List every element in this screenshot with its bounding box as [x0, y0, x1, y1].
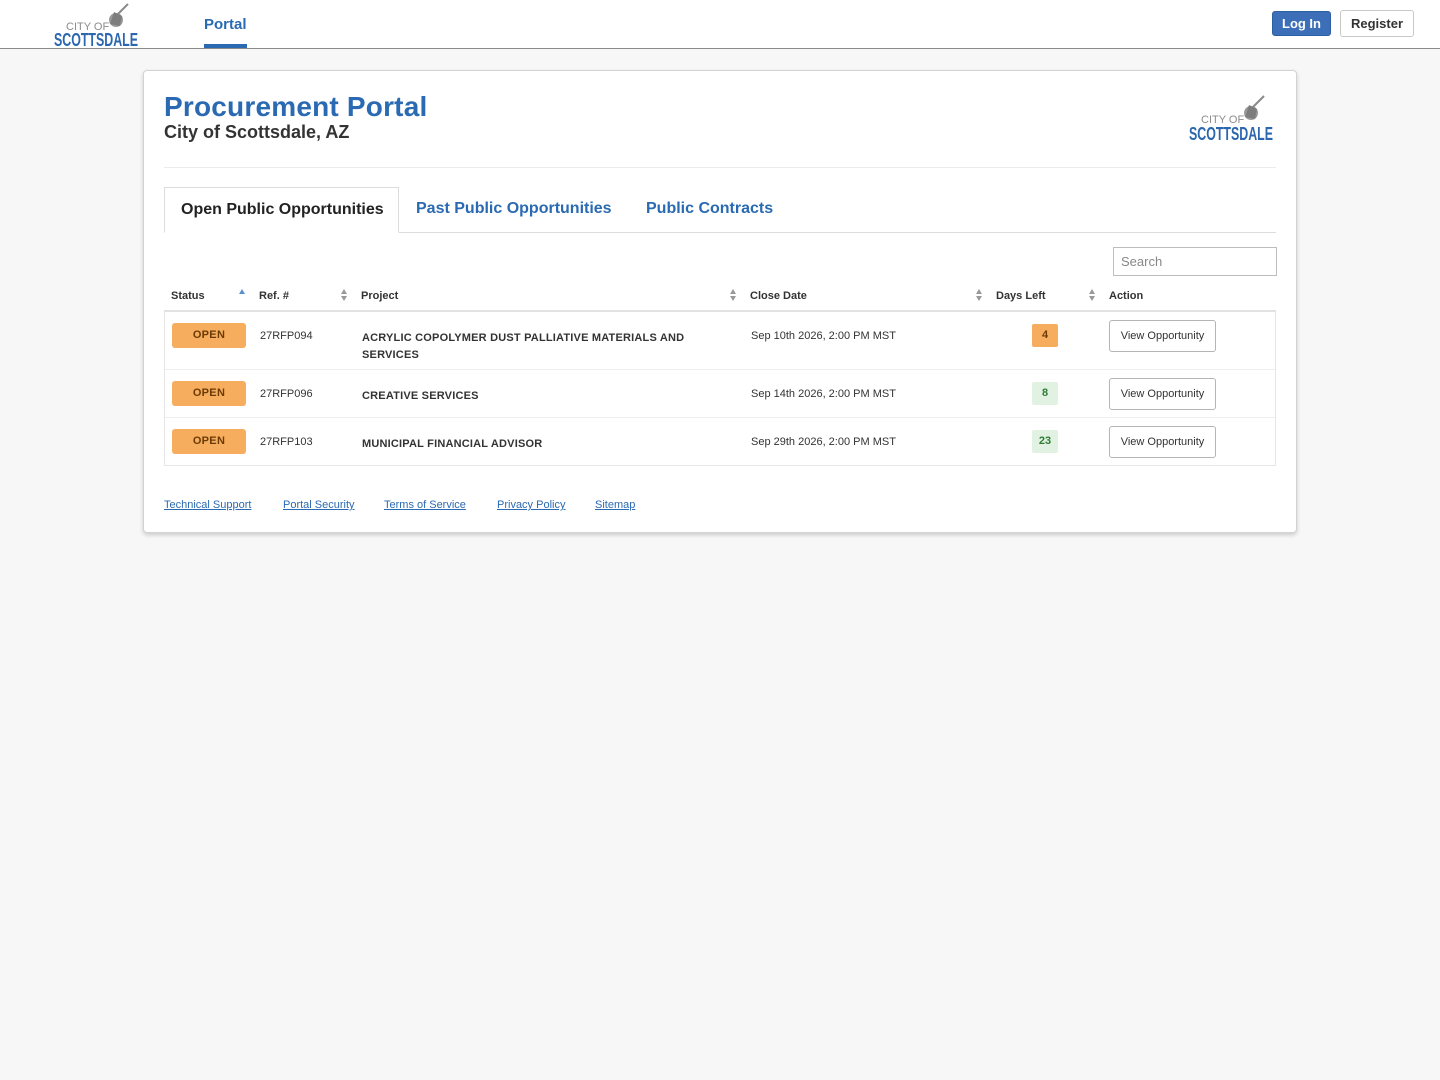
ref-number: 27RFP096 — [260, 388, 313, 400]
top-navbar: CITY OF SCOTTSDALE Portal Log In Registe… — [0, 0, 1440, 49]
footer-link-technical-support[interactable]: Technical Support — [164, 499, 251, 511]
page-title: Procurement Portal — [164, 91, 428, 122]
sort-icon[interactable] — [1089, 288, 1096, 302]
ref-number: 27RFP103 — [260, 436, 313, 448]
ref-number: 27RFP094 — [260, 330, 313, 342]
days-left-badge: 4 — [1032, 324, 1058, 347]
close-date: Sep 29th 2026, 2:00 PM MST — [751, 436, 896, 448]
nav-tab-portal[interactable]: Portal — [204, 0, 247, 48]
status-badge: OPEN — [172, 381, 246, 406]
close-date: Sep 10th 2026, 2:00 PM MST — [751, 330, 896, 342]
days-left-badge: 8 — [1032, 382, 1058, 405]
column-header-action: Action — [1109, 290, 1144, 302]
column-header-project[interactable]: Project — [361, 290, 398, 302]
project-name: MUNICIPAL FINANCIAL ADVISOR — [362, 438, 543, 450]
logo-line2: SCOTTSDALE — [54, 30, 138, 48]
table-row: OPEN 27RFP103 MUNICIPAL FINANCIAL ADVISO… — [165, 417, 1275, 465]
project-name: CREATIVE SERVICES — [362, 390, 479, 402]
footer-link-sitemap[interactable]: Sitemap — [595, 499, 635, 511]
sort-icon[interactable] — [341, 288, 348, 302]
opportunity-tabs: Open Public Opportunities Past Public Op… — [164, 187, 1276, 233]
table-header: Status Ref. # Project Close Date Days Le… — [164, 284, 1276, 312]
column-header-days-left[interactable]: Days Left — [996, 290, 1046, 302]
status-badge: OPEN — [172, 429, 246, 454]
procurement-card: Procurement Portal City of Scottsdale, A… — [143, 70, 1297, 533]
footer-link-privacy-policy[interactable]: Privacy Policy — [497, 499, 565, 511]
sort-icon[interactable] — [976, 288, 983, 302]
close-date: Sep 14th 2026, 2:00 PM MST — [751, 388, 896, 400]
view-opportunity-button[interactable]: View Opportunity — [1109, 378, 1216, 410]
sort-icon[interactable] — [730, 288, 737, 302]
register-button[interactable]: Register — [1340, 10, 1414, 37]
view-opportunity-button[interactable]: View Opportunity — [1109, 426, 1216, 458]
scottsdale-logo-large: CITY OF SCOTTSDALE — [1189, 95, 1273, 143]
login-button[interactable]: Log In — [1272, 11, 1331, 36]
header-divider — [164, 167, 1276, 168]
days-left-badge: 23 — [1032, 430, 1058, 453]
footer-link-terms-of-service[interactable]: Terms of Service — [384, 499, 466, 511]
search-input[interactable] — [1113, 247, 1277, 276]
view-opportunity-button[interactable]: View Opportunity — [1109, 320, 1216, 352]
logo-line2: SCOTTSDALE — [1189, 124, 1273, 143]
tab-past-public-opportunities[interactable]: Past Public Opportunities — [400, 187, 628, 233]
opportunities-table: Status Ref. # Project Close Date Days Le… — [164, 284, 1276, 466]
status-badge: OPEN — [172, 323, 246, 348]
tab-open-public-opportunities[interactable]: Open Public Opportunities — [164, 187, 399, 233]
scottsdale-logo[interactable]: CITY OF SCOTTSDALE — [52, 2, 144, 48]
table-row: OPEN 27RFP094 ACRYLIC COPOLYMER DUST PAL… — [165, 312, 1275, 369]
column-header-close-date[interactable]: Close Date — [750, 290, 807, 302]
footer-link-portal-security[interactable]: Portal Security — [283, 499, 355, 511]
page-subtitle: City of Scottsdale, AZ — [164, 122, 350, 142]
table-body: OPEN 27RFP094 ACRYLIC COPOLYMER DUST PAL… — [164, 312, 1276, 466]
column-header-ref[interactable]: Ref. # — [259, 290, 289, 302]
table-row: OPEN 27RFP096 CREATIVE SERVICES Sep 14th… — [165, 369, 1275, 417]
column-header-status[interactable]: Status — [171, 290, 205, 302]
project-name: ACRYLIC COPOLYMER DUST PALLIATIVE MATERI… — [362, 332, 685, 361]
sort-asc-icon[interactable] — [239, 288, 246, 302]
tab-public-contracts[interactable]: Public Contracts — [630, 187, 789, 233]
